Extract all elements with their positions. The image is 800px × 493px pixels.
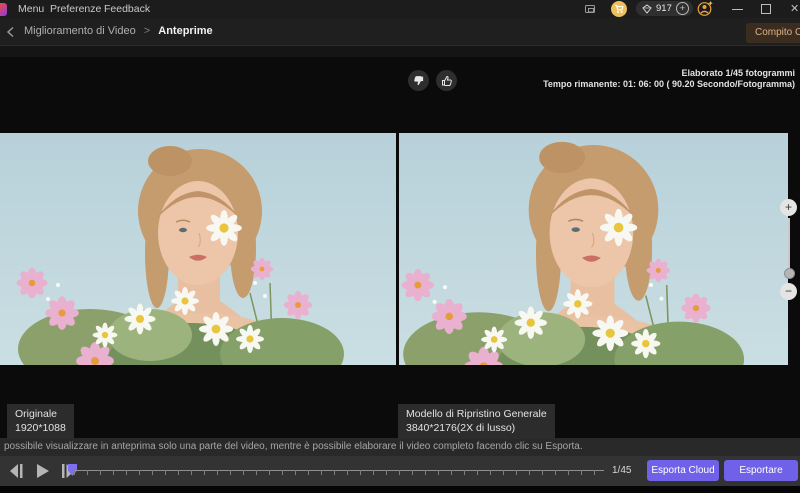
preferences-button[interactable]: Preferenze [50,3,101,15]
processed-frames-text: Elaborato 1/45 fotogrammi [543,68,795,79]
credits-count: 917 [656,3,672,14]
diamond-icon [642,4,652,14]
breadcrumb-separator: > [144,25,150,37]
original-resolution: 1920*1088 [15,421,66,435]
add-credits-icon[interactable]: + [676,2,689,15]
bottom-strip [0,486,800,493]
app-logo-icon [0,3,7,16]
export-cloud-button[interactable]: Esporta Cloud [647,460,719,481]
zoom-out-button[interactable]: − [780,283,797,300]
play-button[interactable] [34,463,52,479]
original-preview-video[interactable] [0,133,396,365]
thumbs-down-icon [413,75,425,87]
breadcrumb-current: Anteprime [158,25,212,37]
store-cart-icon[interactable] [611,1,627,17]
remaining-time-text: Tempo rimanente: 01: 06: 00 ( 90.20 Seco… [543,79,795,90]
menu-button[interactable]: Menu [18,3,44,15]
app-window: Menu Preferenze Feedback 917 + [0,0,800,493]
account-icon[interactable] [697,1,714,17]
original-resolution-label: Originale 1920*1088 [7,404,74,439]
feedback-button[interactable]: Feedback [104,3,150,15]
processing-status: Elaborato 1/45 fotogrammi Tempo rimanent… [543,68,795,89]
maximize-button[interactable] [761,4,771,14]
enhanced-resolution: 3840*2176(2X di lusso) [406,421,547,435]
breadcrumb-parent[interactable]: Miglioramento di Video [24,25,136,37]
close-button[interactable]: ✕ [790,2,799,15]
breadcrumb-bar: Miglioramento di Video > Anteprime [0,18,800,46]
mini-window-icon[interactable] [584,3,597,15]
thumbs-down-button[interactable] [408,70,429,91]
frame-counter: 1/45 [612,465,631,476]
enhanced-resolution-label: Modello di Ripristino Generale 3840*2176… [398,404,555,439]
thumbs-up-button[interactable] [436,70,457,91]
credits-pill[interactable]: 917 + [636,1,693,16]
cloud-task-button[interactable]: Compito Cloud [746,23,800,43]
original-title: Originale [15,407,66,421]
enhanced-model-title: Modello di Ripristino Generale [406,407,547,421]
previous-frame-button[interactable] [8,463,26,479]
timeline-ticks [74,470,605,475]
zoom-slider-handle[interactable] [784,268,795,279]
enhanced-preview-video[interactable] [399,133,788,365]
breadcrumb: Miglioramento di Video > Anteprime [24,25,213,37]
title-bar: Menu Preferenze Feedback 917 + [0,0,800,18]
minimize-button[interactable] [732,9,743,10]
player-bar: 1/45 Esporta Cloud Esportare [0,456,800,486]
back-chevron-icon[interactable] [6,26,15,38]
zoom-in-button[interactable]: + [780,199,797,216]
export-button[interactable]: Esportare [724,460,798,481]
stage-top-band [0,46,800,57]
thumbs-up-icon [441,75,453,87]
preview-notice-text: possibile visualizzare in anteprima solo… [0,438,800,456]
zoom-slider-track[interactable] [788,218,790,272]
